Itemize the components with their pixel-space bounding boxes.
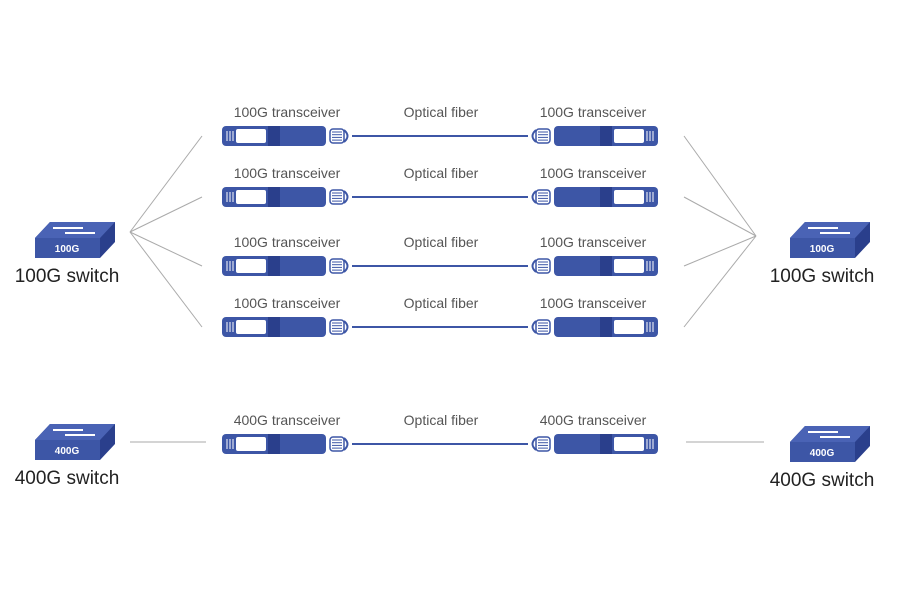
transceiver-latch bbox=[614, 129, 644, 143]
transceiver-latch bbox=[236, 190, 266, 204]
transceiver-icon bbox=[531, 126, 658, 146]
diagram: 100G transceiver Optical fiber 100G transc… bbox=[0, 0, 900, 600]
link-line bbox=[129, 135, 203, 233]
transceiver-latch bbox=[236, 437, 266, 451]
transceiver-band bbox=[600, 256, 612, 276]
connector-icon bbox=[531, 258, 551, 274]
connector-icon bbox=[531, 128, 551, 144]
switch-tag: 400G bbox=[810, 448, 835, 459]
connector-icon bbox=[329, 319, 349, 335]
transceiver-icon bbox=[531, 317, 658, 337]
transceiver-icon bbox=[222, 187, 349, 207]
transceiver-icon bbox=[222, 434, 349, 454]
transceiver-label-left: 100G transceiver bbox=[234, 165, 341, 181]
link-line bbox=[129, 231, 203, 328]
transceiver-latch bbox=[236, 320, 266, 334]
transceiver-label-right: 100G transceiver bbox=[540, 104, 647, 120]
transceiver-latch bbox=[614, 259, 644, 273]
transceiver-band bbox=[268, 256, 280, 276]
connector-icon bbox=[329, 258, 349, 274]
switch-icon: 100G 100G switch bbox=[15, 222, 120, 287]
connector-body bbox=[329, 128, 345, 144]
transceiver-icon bbox=[531, 187, 658, 207]
transceiver-latch bbox=[614, 320, 644, 334]
transceiver-band bbox=[268, 126, 280, 146]
switch-icon: 400G 400G switch bbox=[15, 424, 120, 489]
switch-tag: 100G bbox=[55, 244, 80, 255]
transceiver-band bbox=[268, 317, 280, 337]
switch-label: 400G switch bbox=[770, 470, 875, 491]
connector-body bbox=[535, 436, 551, 452]
connector-body bbox=[329, 319, 345, 335]
transceiver-band bbox=[600, 187, 612, 207]
transceiver-icon bbox=[531, 256, 658, 276]
transceiver-label-right: 100G transceiver bbox=[540, 295, 647, 311]
fiber-label: Optical fiber bbox=[404, 295, 479, 311]
switch-tag: 100G bbox=[810, 244, 835, 255]
transceiver-icon bbox=[222, 126, 349, 146]
fiber-label: Optical fiber bbox=[404, 234, 479, 250]
transceiver-latch bbox=[236, 129, 266, 143]
connector-icon bbox=[531, 436, 551, 452]
fiber-label: Optical fiber bbox=[404, 165, 479, 181]
switch-icon: 400G 400G switch bbox=[770, 426, 875, 491]
switch-label: 100G switch bbox=[15, 266, 120, 287]
transceiver-label-right: 100G transceiver bbox=[540, 165, 647, 181]
link-line bbox=[683, 235, 757, 267]
connector-body bbox=[535, 258, 551, 274]
transceiver-latch bbox=[236, 259, 266, 273]
connector-body bbox=[329, 436, 345, 452]
connector-body bbox=[329, 258, 345, 274]
switch-tag: 400G bbox=[55, 446, 80, 457]
fiber-label: Optical fiber bbox=[404, 412, 479, 428]
transceiver-label-left: 100G transceiver bbox=[234, 234, 341, 250]
switch-icon: 100G 100G switch bbox=[770, 222, 875, 287]
transceiver-latch bbox=[614, 190, 644, 204]
transceiver-latch bbox=[614, 437, 644, 451]
transceiver-label-left: 100G transceiver bbox=[234, 295, 341, 311]
transceiver-band bbox=[600, 434, 612, 454]
link-line bbox=[683, 135, 757, 237]
transceiver-label-left: 400G transceiver bbox=[234, 412, 341, 428]
fiber-label: Optical fiber bbox=[404, 104, 479, 120]
transceiver-band bbox=[600, 126, 612, 146]
link-line bbox=[683, 235, 757, 328]
connector-icon bbox=[329, 128, 349, 144]
transceiver-label-left: 100G transceiver bbox=[234, 104, 341, 120]
connector-icon bbox=[531, 319, 551, 335]
transceiver-band bbox=[600, 317, 612, 337]
transceiver-icon bbox=[222, 256, 349, 276]
switch-label: 400G switch bbox=[15, 468, 120, 489]
switch-label: 100G switch bbox=[770, 266, 875, 287]
link-line bbox=[129, 231, 203, 267]
connector-body bbox=[535, 189, 551, 205]
connector-icon bbox=[329, 189, 349, 205]
link-line bbox=[683, 196, 757, 237]
connector-body bbox=[535, 128, 551, 144]
diagram-canvas: 100G transceiver Optical fiber 100G transc… bbox=[15, 104, 875, 491]
connector-body bbox=[329, 189, 345, 205]
transceiver-label-right: 400G transceiver bbox=[540, 412, 647, 428]
transceiver-icon bbox=[222, 317, 349, 337]
connector-body bbox=[535, 319, 551, 335]
transceiver-icon bbox=[531, 434, 658, 454]
connector-icon bbox=[329, 436, 349, 452]
transceiver-band bbox=[268, 187, 280, 207]
transceiver-band bbox=[268, 434, 280, 454]
connector-icon bbox=[531, 189, 551, 205]
transceiver-label-right: 100G transceiver bbox=[540, 234, 647, 250]
link-line bbox=[129, 196, 203, 233]
